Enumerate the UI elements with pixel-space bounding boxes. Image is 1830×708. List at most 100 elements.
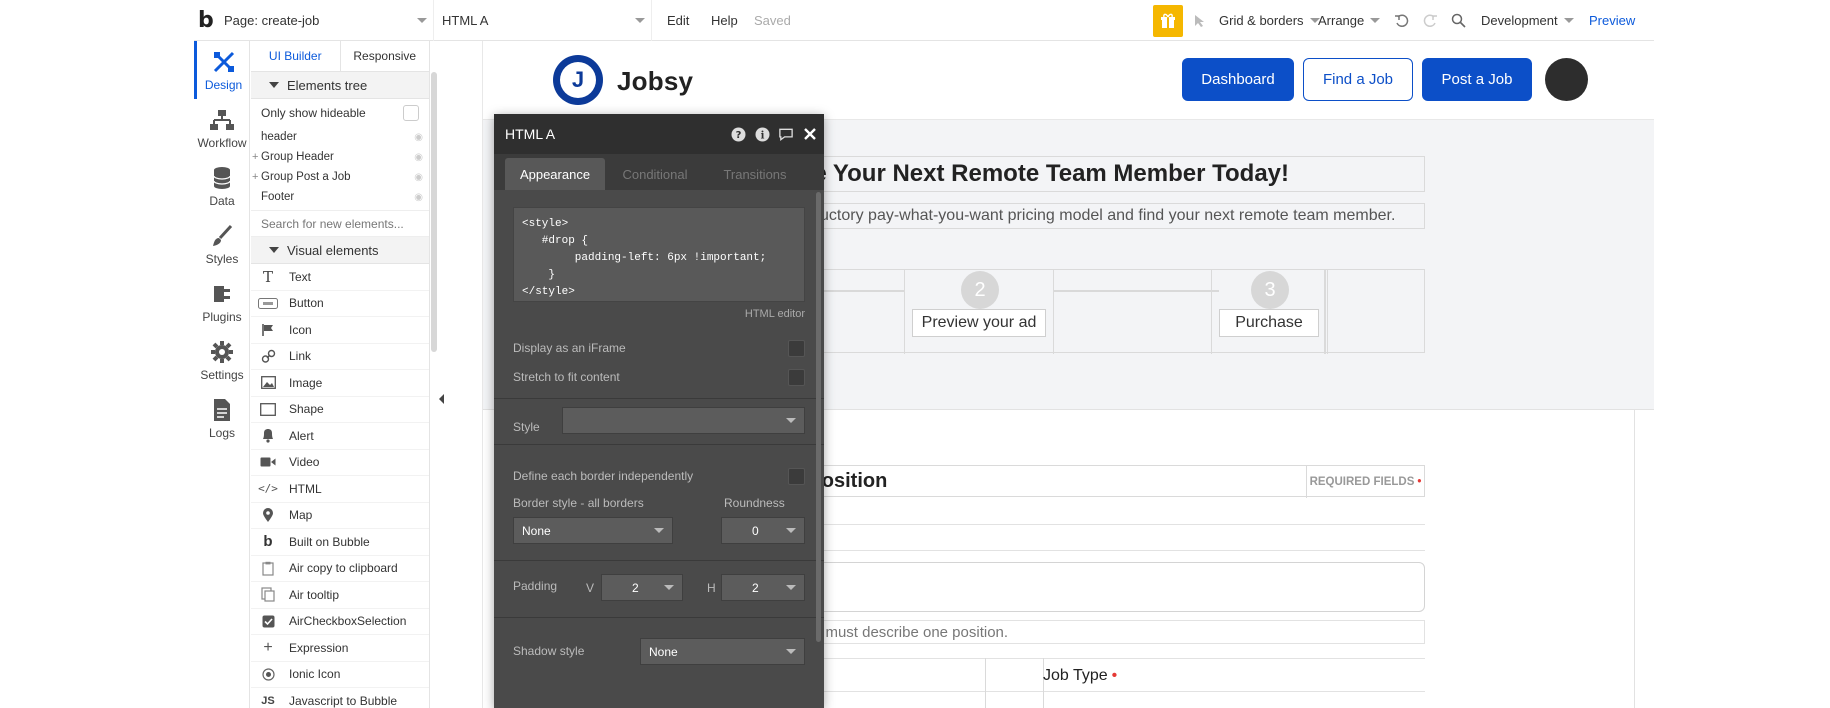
visual-element-expression[interactable]: + Expression [251,635,429,662]
visual-element-ionic-icon[interactable]: Ionic Icon [251,662,429,688]
job-type-label[interactable]: Job Type • [1043,663,1117,689]
side-scrollbar[interactable] [431,72,437,352]
tab-transitions[interactable]: Transitions [705,158,805,190]
style-dropdown[interactable] [562,407,805,434]
shadow-style-dropdown[interactable]: None [640,638,805,665]
visual-element-text[interactable]: T Text [251,264,429,291]
iframe-checkbox[interactable] [788,339,805,357]
step-item[interactable]: 2 Preview your ad [904,270,1054,354]
visual-element-alert[interactable]: Alert [251,423,429,450]
find-job-button[interactable]: Find a Job [1303,58,1413,101]
expand-plus-icon[interactable]: + [252,151,258,163]
environment-selector[interactable]: Development [1481,0,1574,41]
visual-element-shape[interactable]: Shape [251,397,429,423]
eye-icon[interactable]: ◉ [414,192,423,203]
tab-conditional[interactable]: Conditional [605,158,705,190]
element-search-input[interactable]: Search for new elements... [251,210,429,237]
rail-settings[interactable]: Settings [194,331,250,389]
rail-design[interactable]: Design [194,41,250,99]
job-title-input[interactable]: le [773,562,1425,612]
collapse-panel-icon[interactable] [437,392,445,406]
close-icon[interactable] [802,126,818,142]
property-editor-header[interactable]: HTML A ? i [494,114,824,154]
ionic-icon [257,668,279,681]
visual-element-air-copy-to-clipboard[interactable]: Air copy to clipboard [251,556,429,582]
visual-element-built-on-bubble[interactable]: b Built on Bubble [251,529,429,556]
only-hideable-checkbox[interactable] [403,105,419,121]
redo-icon[interactable] [1420,0,1440,41]
tree-item[interactable]: header ◉ [251,127,429,147]
html-editor-link[interactable]: HTML editor [745,308,805,320]
visual-element-html[interactable]: </> HTML [251,476,429,503]
tab-appearance[interactable]: Appearance [505,158,605,190]
environment-label: Development [1481,13,1558,28]
visual-element-image[interactable]: Image [251,370,429,397]
border-independent-checkbox[interactable] [788,467,805,485]
visual-element-video[interactable]: Video [251,450,429,476]
rail-workflow[interactable]: Workflow [194,99,250,157]
visual-element-aircheckboxselection[interactable]: AirCheckboxSelection [251,609,429,635]
help-menu[interactable]: Help [711,0,738,41]
info-icon[interactable]: i [754,126,770,142]
tree-item[interactable]: Footer ◉ [251,187,429,207]
step-item[interactable]: 3 Purchase [1211,270,1328,354]
chevron-down-icon [417,18,427,23]
expand-plus-icon[interactable]: + [252,171,258,183]
elements-tree-header[interactable]: Elements tree [251,72,429,99]
arrange-menu[interactable]: Arrange [1318,0,1381,41]
avatar[interactable] [1545,58,1588,101]
stretch-checkbox[interactable] [788,368,805,386]
gift-icon[interactable] [1153,5,1183,37]
border-style-dropdown[interactable]: None [513,517,673,544]
bubble-logo[interactable]: b [198,0,220,41]
steps-group[interactable]: 2 Preview your ad 3 Purchase [773,269,1425,354]
comment-icon[interactable] [778,126,794,142]
link-icon [257,349,279,364]
visual-element-link[interactable]: Link [251,344,429,370]
help-icon[interactable]: ? [730,126,746,142]
visual-element-map[interactable]: Map [251,503,429,529]
padding-v-dropdown[interactable]: 2 [601,574,683,601]
padding-h-value: 2 [752,580,759,595]
html-code-editor[interactable]: <style> #drop { padding-left: 6px !impor… [513,207,805,302]
eye-icon[interactable]: ◉ [414,132,423,143]
rail-logs[interactable]: Logs [194,389,250,447]
visual-element-javascript-to-bubble[interactable]: JS Javascript to Bubble [251,688,429,708]
tree-item[interactable]: + Group Header ◉ [251,147,429,167]
undo-icon[interactable] [1392,0,1412,41]
visual-elements-header[interactable]: Visual elements [251,237,429,264]
hero-title[interactable]: Hire Your Next Remote Team Member Today! [773,156,1425,192]
hero-subtitle[interactable]: introductory pay-what-you-want pricing m… [773,203,1425,229]
eye-icon[interactable]: ◉ [414,152,423,163]
eye-icon[interactable]: ◉ [414,172,423,183]
element-selector[interactable]: HTML A [442,0,652,41]
grid-borders-menu[interactable]: Grid & borders [1219,0,1320,41]
jobsy-logo[interactable]: J [553,55,603,105]
padding-h-dropdown[interactable]: 2 [721,574,805,601]
tab-ui-builder[interactable]: UI Builder [251,41,341,71]
visual-element-icon[interactable]: Icon [251,317,429,344]
rail-styles[interactable]: Styles [194,215,250,273]
design-icon [212,49,236,75]
cursor-icon[interactable] [1190,0,1210,41]
dashboard-button[interactable]: Dashboard [1182,58,1294,101]
roundness-dropdown[interactable]: 0 [721,517,805,544]
edit-menu[interactable]: Edit [667,0,689,41]
visual-element-button[interactable]: Button [251,291,429,317]
visual-element-air-tooltip[interactable]: Air tooltip [251,582,429,609]
form-title[interactable]: the position REQUIRED FIELDS • [773,465,1425,498]
rail-plugins[interactable]: Plugins [194,273,250,331]
preview-link[interactable]: Preview [1589,0,1635,41]
tooltip-icon [257,587,279,602]
post-job-button[interactable]: Post a Job [1422,58,1532,101]
tree-item[interactable]: + Group Post a Job ◉ [251,167,429,187]
search-icon[interactable] [1448,0,1468,41]
required-fields-note: REQUIRED FIELDS • [1306,466,1424,498]
property-editor-scrollbar[interactable] [816,192,821,642]
stretch-label: Stretch to fit content [513,370,620,384]
page-selector[interactable]: Page: create-job [224,0,434,41]
rail-data[interactable]: Data [194,157,250,215]
border-style-value: None [522,523,551,538]
style-label: Style [513,420,540,434]
tab-responsive[interactable]: Responsive [341,41,430,71]
